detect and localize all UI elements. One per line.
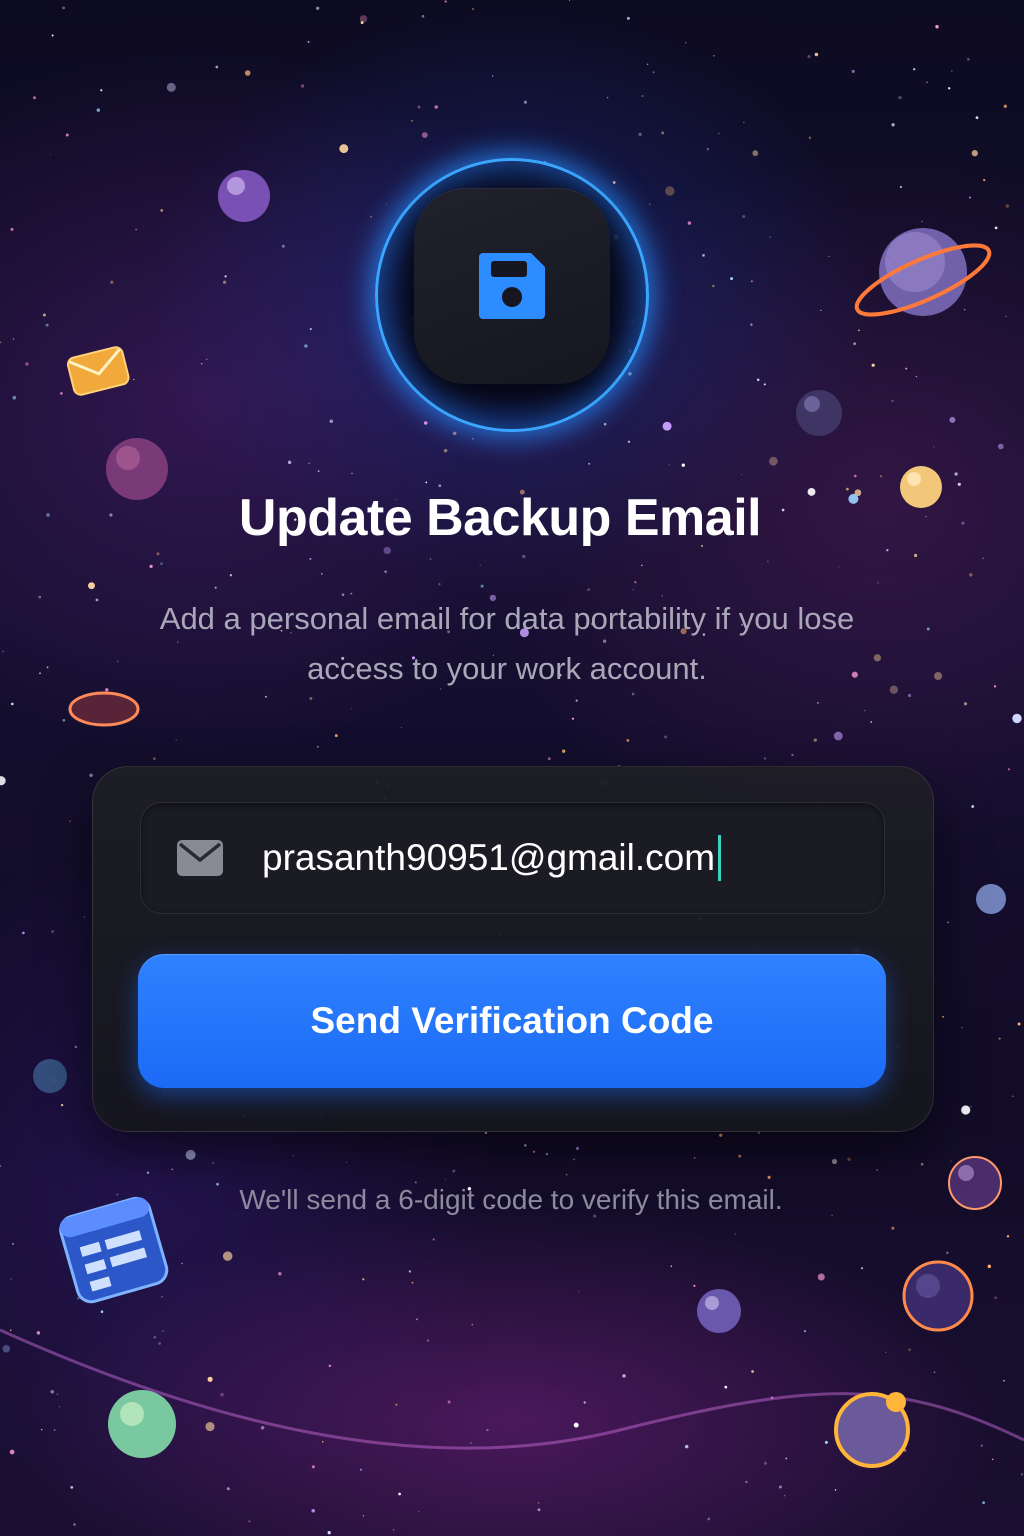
email-input[interactable]: prasanth90951@gmail.com: [262, 835, 722, 881]
planet-icon: [902, 1260, 974, 1332]
floppy-disk-icon: [479, 253, 545, 319]
page-subtitle: Add a personal email for data portabilit…: [159, 601, 855, 686]
bubble-icon: [697, 1289, 741, 1333]
planet-icon: [108, 1390, 176, 1458]
planet-icon: [834, 1392, 910, 1468]
bubble-icon: [976, 884, 1006, 914]
envelope-icon: [177, 840, 223, 876]
verification-hint: We'll send a 6-digit code to verify this…: [239, 1184, 783, 1215]
bubble-icon: [33, 1059, 67, 1093]
envelope-sticker-icon: [66, 346, 130, 396]
text-caret: [718, 835, 722, 881]
page-title: Update Backup Email: [238, 489, 762, 547]
backup-email-screen: Update Backup Email Add a personal email…: [0, 0, 1024, 1536]
bubble-icon: [218, 170, 270, 222]
send-verification-code-button[interactable]: Send Verification Code: [138, 954, 886, 1088]
email-input-value: prasanth90951@gmail.com: [262, 837, 716, 878]
ringed-planet-icon: [854, 228, 992, 317]
planet-icon: [796, 390, 842, 436]
hero-icon-tile: [414, 188, 610, 384]
